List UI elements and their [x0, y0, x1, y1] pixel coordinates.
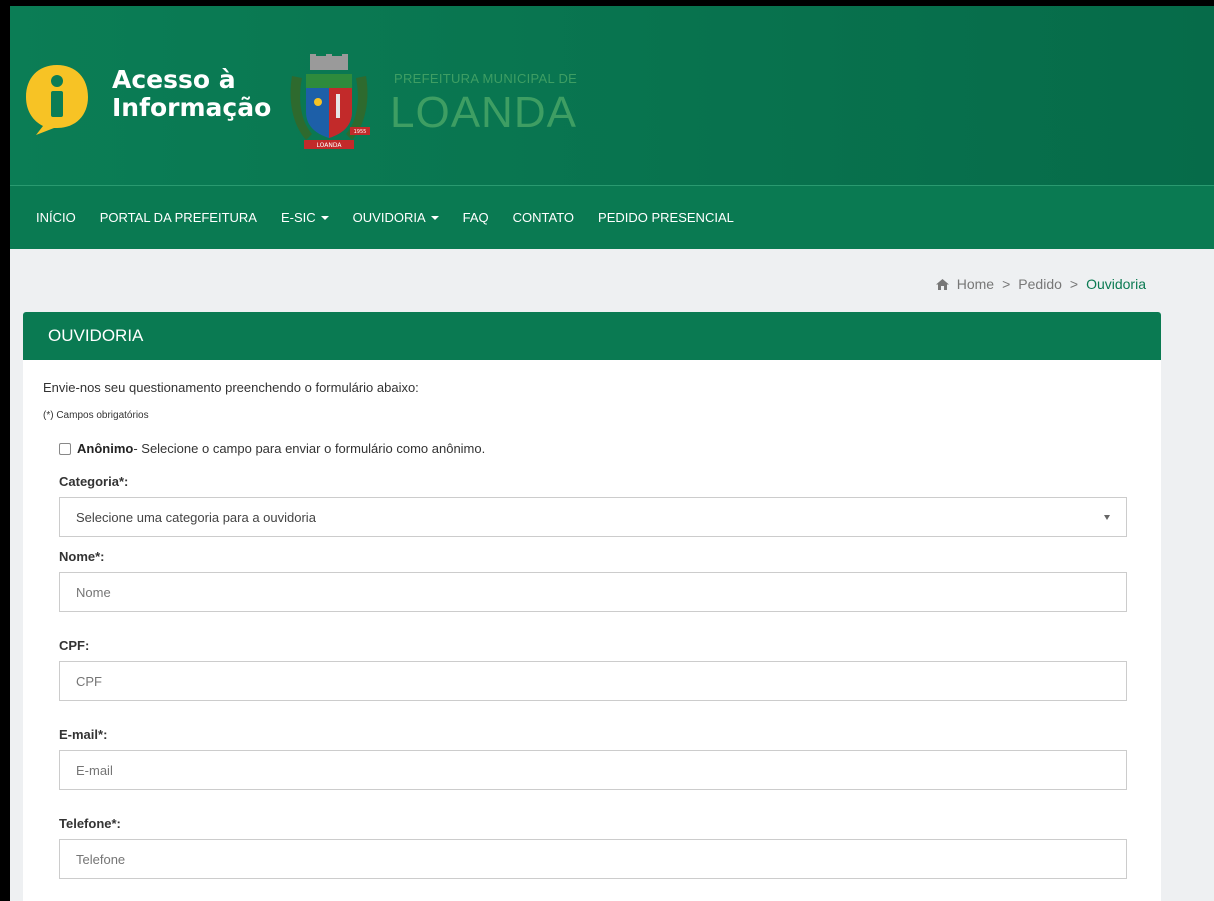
- breadcrumb-separator: >: [1002, 276, 1011, 292]
- anonymous-label: Anônimo: [77, 441, 134, 456]
- main-nav: INÍCIO PORTAL DA PREFEITURA E-SIC OUVIDO…: [10, 186, 1214, 249]
- home-icon: [935, 278, 949, 290]
- loanda-crest-icon: LOANDA 1955: [290, 54, 370, 149]
- email-label: E-mail*:: [59, 727, 108, 742]
- anonymous-checkbox[interactable]: [59, 442, 71, 455]
- nome-label: Nome*:: [59, 549, 105, 564]
- breadcrumb-current: Ouvidoria: [1086, 276, 1146, 292]
- caret-down-icon: [430, 215, 439, 220]
- cpf-input[interactable]: [59, 661, 1127, 701]
- categoria-select[interactable]: Selecione uma categoria para a ouvidoria: [59, 497, 1127, 537]
- dropdown-arrow-icon: [1104, 514, 1110, 520]
- required-note: (*) Campos obrigatórios: [43, 410, 149, 421]
- panel-title: OUVIDORIA: [23, 312, 1161, 360]
- site-header: Acesso à Informação LOANDA 1955 PREFEITU…: [10, 6, 1214, 186]
- nav-item-faq[interactable]: FAQ: [463, 210, 489, 225]
- brand-line-2: Informação: [112, 93, 272, 122]
- form-intro: Envie-nos seu questionamento preenchendo…: [43, 380, 419, 395]
- page-frame: Acesso à Informação LOANDA 1955 PREFEITU…: [10, 0, 1214, 901]
- nav-item-inicio[interactable]: INÍCIO: [36, 210, 76, 225]
- nome-input[interactable]: [59, 572, 1127, 612]
- nav-item-contato[interactable]: CONTATO: [513, 210, 574, 225]
- breadcrumb-home[interactable]: Home: [957, 276, 994, 292]
- categoria-label: Categoria*:: [59, 474, 129, 489]
- caret-down-icon: [320, 215, 329, 220]
- brand-line-1: Acesso à: [112, 65, 236, 94]
- telefone-label: Telefone*:: [59, 816, 121, 831]
- prefeitura-subtitle: PREFEITURA MUNICIPAL DE: [394, 71, 578, 86]
- breadcrumb: Home > Pedido > Ouvidoria: [935, 276, 1146, 292]
- crest-year: 1955: [354, 129, 367, 135]
- nav-item-pedido-presencial[interactable]: PEDIDO PRESENCIAL: [598, 210, 734, 225]
- crest-name: LOANDA: [317, 142, 343, 149]
- brand-title[interactable]: Acesso à Informação: [112, 66, 271, 122]
- nav-item-esic[interactable]: E-SIC: [281, 210, 329, 225]
- breadcrumb-pedido[interactable]: Pedido: [1018, 276, 1062, 292]
- anonymous-description: - Selecione o campo para enviar o formul…: [133, 441, 486, 456]
- info-icon[interactable]: [22, 61, 92, 137]
- email-input[interactable]: [59, 750, 1127, 790]
- ouvidoria-panel: OUVIDORIA Envie-nos seu questionamento p…: [23, 312, 1161, 901]
- telefone-input[interactable]: [59, 839, 1127, 879]
- breadcrumb-separator: >: [1069, 276, 1079, 292]
- nav-item-ouvidoria[interactable]: OUVIDORIA: [353, 210, 439, 225]
- prefeitura-title[interactable]: LOANDA: [390, 88, 577, 138]
- categoria-selected-value: Selecione uma categoria para a ouvidoria: [76, 509, 316, 525]
- cpf-label: CPF:: [59, 638, 90, 653]
- anonymous-option: Anônimo - Selecione o campo para enviar …: [59, 441, 485, 456]
- nav-item-portal[interactable]: PORTAL DA PREFEITURA: [100, 210, 257, 225]
